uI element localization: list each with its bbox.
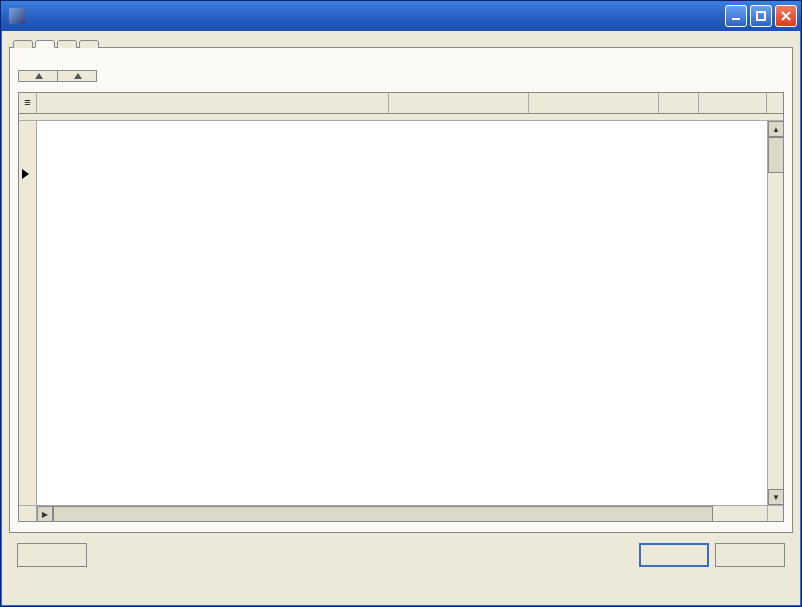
hscroll-track[interactable]: ◀ ▶: [37, 506, 767, 521]
footer-spacer: [93, 543, 633, 567]
grouping-bar: [18, 58, 784, 82]
cancel-button[interactable]: [715, 543, 785, 567]
minimize-button[interactable]: [725, 5, 747, 27]
ok-button[interactable]: [639, 543, 709, 567]
current-row-marker-icon: [22, 169, 29, 179]
column-picker-icon[interactable]: ≡: [19, 93, 37, 113]
grid-rows: [37, 121, 767, 505]
tab-advisor-settings[interactable]: [13, 40, 33, 48]
group-chip-group[interactable]: [57, 70, 97, 82]
grid-header: ≡: [19, 93, 783, 114]
scroll-right-icon[interactable]: ▶: [37, 506, 53, 522]
settings-grid: ≡ ▲ ▼: [18, 92, 784, 522]
tabstrip: [9, 39, 793, 48]
settings-window: ≡ ▲ ▼: [0, 0, 802, 607]
sort-asc-icon: [35, 73, 43, 79]
scroll-corner: [767, 506, 783, 521]
horizontal-scrollbar[interactable]: ◀ ▶: [19, 505, 783, 521]
titlebar: [1, 1, 801, 31]
col-type[interactable]: [529, 93, 659, 113]
filter-row[interactable]: [19, 114, 783, 121]
scroll-down-icon[interactable]: ▼: [768, 489, 783, 505]
app-icon: [9, 8, 25, 24]
content: ≡ ▲ ▼: [1, 31, 801, 606]
close-button[interactable]: [775, 5, 797, 27]
col-highlight[interactable]: [659, 93, 699, 113]
tab-settings[interactable]: [35, 40, 55, 48]
row-gutter: [19, 121, 37, 505]
tab-panel: ≡ ▲ ▼: [9, 48, 793, 533]
tab-system-parameters[interactable]: [79, 40, 99, 48]
hscroll-gutter: [19, 506, 37, 521]
header-scroll-spacer: [767, 93, 783, 113]
footer: [9, 533, 793, 573]
window-buttons: [725, 5, 797, 27]
col-name[interactable]: [37, 93, 389, 113]
hscroll-thumb[interactable]: [53, 506, 713, 522]
refresh-button[interactable]: [17, 543, 87, 567]
col-value[interactable]: [389, 93, 529, 113]
vertical-scrollbar[interactable]: ▲ ▼: [767, 121, 783, 505]
scroll-thumb[interactable]: [768, 137, 783, 173]
scroll-up-icon[interactable]: ▲: [768, 121, 783, 137]
sort-asc-icon: [74, 73, 82, 79]
tab-workstation-settings[interactable]: [57, 40, 77, 48]
col-note[interactable]: [699, 93, 767, 113]
group-chip-module[interactable]: [18, 70, 58, 82]
grid-body: ▲ ▼: [19, 121, 783, 505]
maximize-button[interactable]: [750, 5, 772, 27]
